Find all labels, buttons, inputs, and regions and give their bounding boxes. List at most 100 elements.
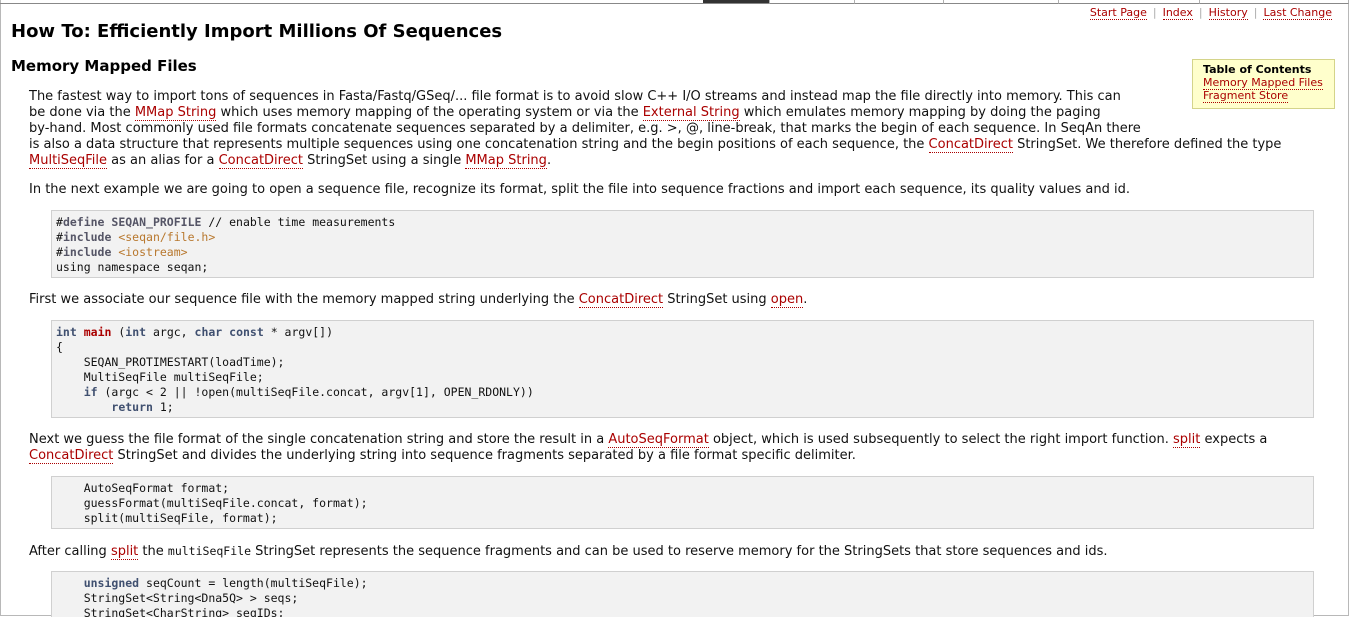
code-token: # (56, 215, 63, 229)
tab-segment[interactable] (855, 0, 944, 4)
code-line: unsigned seqCount = length(multiSeqFile)… (56, 576, 1313, 591)
text-line: be done via the MMap String which uses m… (29, 105, 1319, 121)
text-line: is also a data structure that represents… (29, 137, 1319, 153)
code-token: # (56, 245, 63, 259)
code-token: (argc < 2 || !open(multiSeqFile.concat, … (97, 385, 534, 399)
text-line: The fastest way to import tons of sequen… (29, 89, 1121, 104)
code-token: ( (111, 325, 126, 339)
text-run: StringSet represents the sequence fragme… (251, 544, 1108, 559)
mmap-string-link[interactable]: MMap String (465, 153, 547, 169)
nav-separator: | (1198, 6, 1203, 19)
code-line: #include <seqan/file.h> (56, 230, 1313, 245)
tab-segment[interactable] (944, 0, 1059, 4)
autoseqformat-link[interactable]: AutoSeqFormat (608, 432, 709, 448)
text-run: StringSet using a single (302, 153, 466, 168)
code-token: int (125, 325, 147, 339)
tab-segment[interactable] (1059, 0, 1200, 4)
code-line: AutoSeqFormat format; (56, 481, 230, 495)
code-token: include (62, 230, 112, 244)
intro-paragraph: The fastest way to import tons of sequen… (29, 89, 1319, 169)
concatdirect-link[interactable]: ConcatDirect (578, 292, 664, 308)
code-token: if (83, 385, 98, 399)
after-split-paragraph: After calling split the multiSeqFile Str… (29, 543, 1108, 560)
mmap-string-link[interactable]: MMap String (134, 105, 217, 121)
toc-item-memory-mapped-files[interactable]: Memory Mapped Files (1203, 76, 1323, 90)
text-run: is also a data structure that represents… (29, 137, 929, 152)
text-run: First we associate our sequence file wit… (29, 292, 579, 307)
tab-segment[interactable] (0, 0, 704, 4)
split-link[interactable]: split (110, 544, 139, 560)
code-token: const (222, 325, 264, 339)
text-line: by-hand. Most commonly used file formats… (29, 121, 1141, 136)
code-token: # (56, 230, 63, 244)
text-run: Next we guess the file format of the sin… (29, 432, 609, 447)
code-token: return (111, 400, 153, 414)
text-run: After calling (29, 544, 111, 559)
code-token: int (56, 325, 77, 339)
code-token: // enable time measurements (201, 215, 396, 229)
code-token: <iostream> (111, 245, 188, 259)
concatdirect-link[interactable]: ConcatDirect (218, 153, 303, 169)
text-run: the (138, 544, 168, 559)
open-link[interactable]: open (770, 292, 804, 308)
text-run: which uses memory mapping of the operati… (216, 105, 643, 120)
text-run: which emulates memory mapping by doing t… (739, 105, 1101, 120)
code-block-format: AutoSeqFormat format; guessFormat(multiS… (51, 476, 1314, 529)
code-line: using namespace seqan; (56, 260, 209, 274)
guess-format-paragraph: Next we guess the file format of the sin… (29, 432, 1319, 464)
example-paragraph: In the next example we are going to open… (29, 182, 1131, 197)
external-string-link[interactable]: External String (642, 105, 740, 121)
code-token: SEQAN_PROFILE (104, 215, 202, 229)
text-run: StringSet and divides the underlying str… (113, 448, 856, 463)
tab-segment-active[interactable] (703, 0, 770, 4)
start-page-link[interactable]: Start Page (1089, 6, 1147, 20)
text-run: expects a (1200, 432, 1268, 447)
text-run: . (546, 153, 552, 168)
text-run: . (803, 292, 808, 307)
tab-segment[interactable] (770, 0, 855, 4)
code-line: #define SEQAN_PROFILE // enable time mea… (56, 215, 1313, 230)
code-line: StringSet<String<Dna5Q> > seqs; (56, 591, 299, 605)
page-title: How To: Efficiently Import Millions Of S… (11, 21, 503, 42)
code-line: int main (int argc, char const * argv[]) (56, 325, 1313, 340)
text-run: StringSet. We therefore defined the type (1012, 137, 1282, 152)
concatdirect-link[interactable]: ConcatDirect (29, 448, 114, 464)
text-run: object, which is used subsequently to se… (708, 432, 1173, 447)
tab-strip (0, 0, 1349, 4)
section-title: Memory Mapped Files (11, 57, 197, 75)
associate-paragraph: First we associate our sequence file wit… (29, 292, 807, 308)
code-token: define (62, 215, 105, 229)
code-line: if (argc < 2 || !open(multiSeqFile.conca… (56, 385, 1313, 400)
index-link[interactable]: Index (1162, 6, 1193, 20)
concatdirect-link[interactable]: ConcatDirect (928, 137, 1013, 153)
text-line: ConcatDirect StringSet and divides the u… (29, 448, 1319, 464)
split-link[interactable]: split (1173, 432, 1201, 448)
code-token: * argv[]) (263, 325, 334, 339)
code-token: main (83, 325, 112, 339)
code-token: seqCount = length(multiSeqFile); (139, 576, 368, 590)
text-line: Next we guess the file format of the sin… (29, 432, 1319, 448)
tab-segment[interactable] (1200, 0, 1349, 4)
nav-separator: | (1152, 6, 1157, 19)
text-line: MultiSeqFile as an alias for a ConcatDir… (29, 153, 1319, 169)
toc-title: Table of Contents (1203, 63, 1312, 76)
code-token: unsigned (83, 576, 140, 590)
code-line: return 1; (56, 400, 1313, 415)
history-link[interactable]: History (1208, 6, 1248, 20)
nav-separator: | (1253, 6, 1258, 19)
code-block-main: int main (int argc, char const * argv[])… (51, 320, 1314, 418)
code-line: MultiSeqFile multiSeqFile; (56, 370, 264, 384)
inline-code: multiSeqFile (167, 544, 251, 558)
text-run: StringSet using (663, 292, 771, 307)
last-change-link[interactable]: Last Change (1263, 6, 1332, 20)
code-token: argc, (146, 325, 195, 339)
code-token: include (62, 245, 112, 259)
wiki-nav: Start Page | Index | History | Last Change (1089, 6, 1332, 20)
code-block-includes: #define SEQAN_PROFILE // enable time mea… (51, 210, 1314, 278)
code-token: 1; (152, 400, 174, 414)
multiseqfile-link[interactable]: MultiSeqFile (29, 153, 108, 169)
text-run: be done via the (29, 105, 135, 120)
